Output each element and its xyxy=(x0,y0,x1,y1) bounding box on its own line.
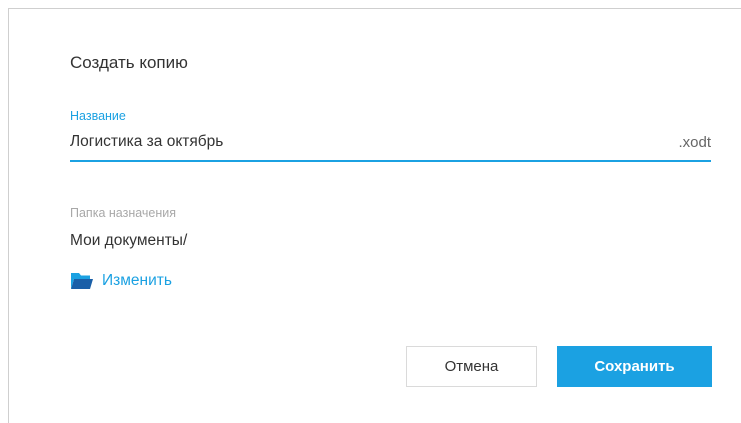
name-input-underline xyxy=(70,160,711,162)
change-folder-label: Изменить xyxy=(102,272,172,289)
destination-label: Папка назначения xyxy=(70,206,177,220)
save-button[interactable]: Сохранить xyxy=(557,346,712,387)
file-extension: .xodt xyxy=(678,134,711,151)
destination-path: Мои документы/ xyxy=(70,232,188,249)
name-input[interactable] xyxy=(70,129,630,155)
change-folder-link[interactable]: Изменить xyxy=(70,271,172,291)
name-field-label: Название xyxy=(70,109,126,123)
copy-dialog: Создать копию Название .xodt Папка назна… xyxy=(8,8,741,423)
dialog-title: Создать копию xyxy=(70,53,188,72)
folder-icon xyxy=(71,273,93,289)
cancel-button[interactable]: Отмена xyxy=(406,346,537,387)
